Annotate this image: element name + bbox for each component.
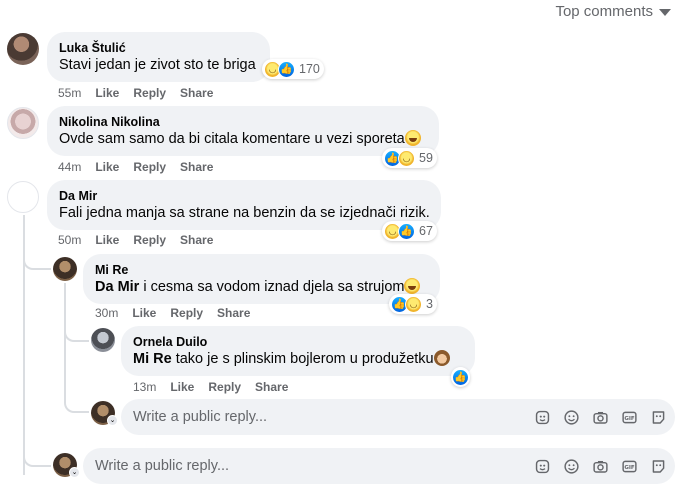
comment-bubble: Mi Re Da Mir i cesma sa vodom iznad djel…: [83, 254, 440, 304]
comment-actions: 13m Like Reply Share: [133, 380, 288, 394]
mention-link[interactable]: Mi Re: [133, 351, 172, 367]
like-button[interactable]: Like: [132, 306, 156, 320]
reaction-count: 170: [299, 62, 320, 76]
reply-input-box[interactable]: Write a public reply... GIF: [83, 448, 675, 484]
comment-text: Fali jedna manja sa strane na benzin da …: [59, 205, 430, 221]
avatar[interactable]: [7, 107, 39, 139]
avatar[interactable]: [53, 257, 77, 281]
comment-text: i cesma sa vodom iznad djela sa strujom: [139, 279, 405, 295]
comment-text: Stavi jedan je zivot sto te briga: [59, 57, 256, 73]
gif-icon[interactable]: GIF: [621, 409, 638, 426]
reaction-summary[interactable]: 👍 ◡ 3: [389, 294, 437, 314]
share-button[interactable]: Share: [180, 233, 213, 247]
comment-author[interactable]: Nikolina Nikolina: [59, 114, 427, 130]
like-button[interactable]: Like: [95, 233, 119, 247]
share-button[interactable]: Share: [217, 306, 250, 320]
composer-tools: GIF: [534, 409, 675, 426]
haha-icon: ◡: [398, 149, 415, 167]
like-button[interactable]: Like: [170, 380, 194, 394]
svg-text:GIF: GIF: [624, 415, 635, 421]
thread-elbow: [23, 430, 51, 467]
svg-text:GIF: GIF: [624, 464, 635, 470]
chevron-down-icon[interactable]: ⌄: [107, 415, 118, 426]
see-no-evil-monkey-icon: [433, 350, 450, 366]
comment-author[interactable]: Mi Re: [95, 262, 428, 278]
comment-text: tako je s plinskim bojlerom u produžetku: [171, 351, 434, 367]
reaction-count: 3: [426, 297, 433, 311]
caret-down-icon: [659, 9, 671, 16]
avatar-sticker-icon[interactable]: [650, 458, 667, 475]
comment-author[interactable]: Ornela Duilo: [133, 334, 463, 350]
avatar[interactable]: [7, 181, 39, 213]
share-button[interactable]: Share: [180, 86, 213, 100]
reply-button[interactable]: Reply: [133, 233, 166, 247]
reaction-count: 59: [419, 151, 433, 165]
like-icon: 👍: [278, 60, 295, 78]
comment-time[interactable]: 55m: [58, 86, 81, 100]
comment-bubble: Luka Štulić Stavi jedan je zivot sto te …: [47, 32, 270, 82]
like-icon: 👍: [452, 368, 469, 386]
reply-input[interactable]: Write a public reply...: [95, 458, 534, 474]
sort-comments-dropdown[interactable]: Top comments: [555, 3, 671, 20]
reaction-summary[interactable]: 👍 ◡ 59: [382, 148, 437, 168]
like-button[interactable]: Like: [95, 86, 119, 100]
reply-input-box[interactable]: Write a public reply... GIF: [121, 399, 675, 435]
emoji-icon[interactable]: [563, 409, 580, 426]
camera-icon[interactable]: [592, 409, 609, 426]
reply-button[interactable]: Reply: [133, 160, 166, 174]
like-icon: 👍: [398, 222, 415, 240]
reaction-summary[interactable]: ◡ 👍 170: [262, 59, 324, 79]
haha-icon: ◡: [405, 295, 422, 313]
comment-actions: 50m Like Reply Share: [58, 233, 213, 247]
thread-elbow: [64, 380, 89, 413]
reaction-count: 67: [419, 224, 433, 238]
sort-label: Top comments: [555, 3, 653, 20]
thread-elbow: [23, 230, 51, 270]
sticker-icon[interactable]: [534, 409, 551, 426]
mention-link[interactable]: Da Mir: [95, 279, 139, 295]
grinning-emoji-icon: [404, 278, 421, 294]
comment-bubble: Da Mir Fali jedna manja sa strane na ben…: [47, 180, 441, 230]
avatar[interactable]: [7, 33, 39, 65]
reaction-summary[interactable]: ◡ 👍 67: [382, 221, 437, 241]
thread-elbow: [64, 312, 89, 342]
reply-button[interactable]: Reply: [133, 86, 166, 100]
chevron-down-icon[interactable]: ⌄: [69, 467, 80, 478]
like-button[interactable]: Like: [95, 160, 119, 174]
comment-bubble: Nikolina Nikolina Ovde sam samo da bi ci…: [47, 106, 439, 156]
laughing-emoji-icon: [404, 130, 421, 146]
share-button[interactable]: Share: [180, 160, 213, 174]
comment-time[interactable]: 13m: [133, 380, 156, 394]
comment-time[interactable]: 30m: [95, 306, 118, 320]
comment-text: Ovde sam samo da bi citala komentare u v…: [59, 131, 405, 147]
reply-button[interactable]: Reply: [170, 306, 203, 320]
sticker-icon[interactable]: [534, 458, 551, 475]
camera-icon[interactable]: [592, 458, 609, 475]
reply-input[interactable]: Write a public reply...: [133, 409, 534, 425]
comment-actions: 44m Like Reply Share: [58, 160, 213, 174]
reaction-summary[interactable]: 👍: [451, 367, 470, 387]
comment-time[interactable]: 50m: [58, 233, 81, 247]
comment-author[interactable]: Da Mir: [59, 188, 429, 204]
gif-icon[interactable]: GIF: [621, 458, 638, 475]
emoji-icon[interactable]: [563, 458, 580, 475]
comment-time[interactable]: 44m: [58, 160, 81, 174]
composer-tools: GIF: [534, 458, 675, 475]
share-button[interactable]: Share: [255, 380, 288, 394]
avatar-sticker-icon[interactable]: [650, 409, 667, 426]
comment-actions: 30m Like Reply Share: [95, 306, 250, 320]
reply-button[interactable]: Reply: [208, 380, 241, 394]
comment-author[interactable]: Luka Štulić: [59, 40, 258, 56]
comment-actions: 55m Like Reply Share: [58, 86, 213, 100]
comment-bubble: Ornela Duilo Mi Re tako je s plinskim bo…: [121, 326, 475, 376]
avatar[interactable]: [91, 328, 115, 352]
